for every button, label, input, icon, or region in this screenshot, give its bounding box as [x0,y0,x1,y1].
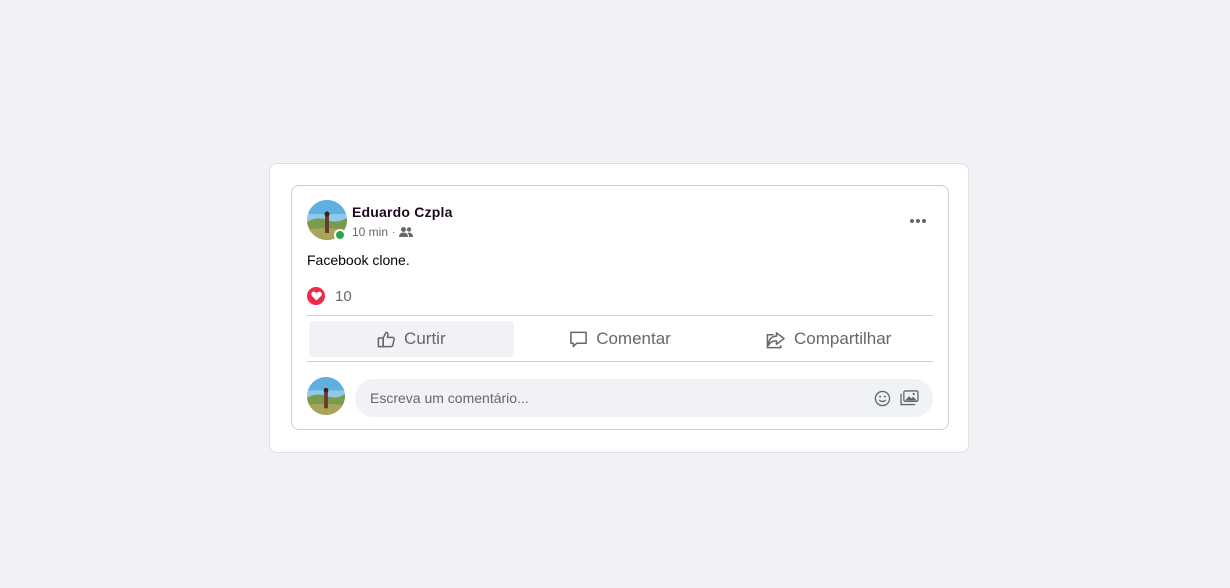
meta-separator: · [392,226,396,238]
comment-icon [569,330,588,349]
comment-tools [874,390,919,407]
friends-icon[interactable] [399,226,414,238]
comment-box [355,379,933,417]
comment-label: Comentar [596,329,671,348]
post-time[interactable]: 10 min [352,225,388,239]
comment-input[interactable] [370,390,874,406]
post: Eduardo Czpla 10 min · Facebook clone. 1… [291,185,949,430]
post-actions: Curtir Comentar Compartilhar [309,321,931,357]
reaction-count: 10 [335,287,352,305]
share-button[interactable]: Compartilhar [726,321,931,357]
share-label: Compartilhar [794,329,892,348]
author-name[interactable]: Eduardo Czpla [352,204,453,220]
divider [307,361,933,362]
share-icon [766,330,786,349]
reactions-summary[interactable]: 10 [307,287,352,305]
photo-icon[interactable] [900,390,919,406]
emoji-icon[interactable] [874,390,891,407]
feed-card: Eduardo Czpla 10 min · Facebook clone. 1… [269,163,969,453]
heart-icon [307,287,325,305]
like-label: Curtir [404,329,446,348]
comment-button[interactable]: Comentar [518,321,723,357]
commenter-avatar[interactable] [307,377,345,415]
online-status-dot [334,229,346,241]
post-text: Facebook clone. [307,252,410,268]
post-meta: 10 min · [352,225,414,239]
more-options-icon[interactable] [906,211,930,231]
thumbs-up-icon [377,330,396,349]
like-button[interactable]: Curtir [309,321,514,357]
divider [307,315,933,316]
